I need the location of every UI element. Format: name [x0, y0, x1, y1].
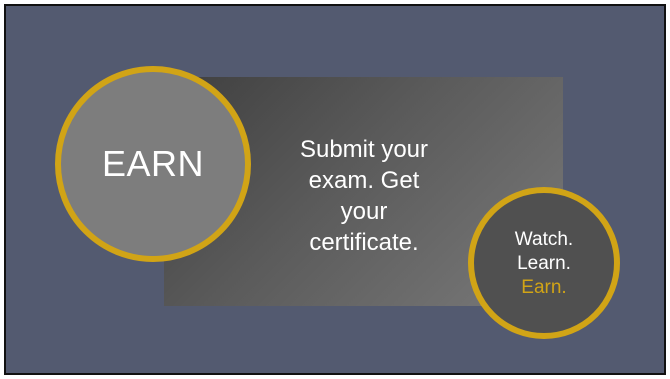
message-text: Submit your exam. Get your certificate. [264, 134, 464, 258]
message-line: Submit your [299, 136, 429, 163]
tagline-learn: Learn. [517, 253, 571, 274]
earn-badge-circle: EARN [55, 66, 251, 262]
message-line: your [340, 198, 388, 225]
message-line: exam. Get [308, 167, 420, 194]
tagline-circle: Watch. Learn. Earn. [468, 187, 620, 339]
tagline-earn: Earn. [521, 277, 567, 298]
earn-badge-label: EARN [101, 143, 205, 184]
slide: Submit your exam. Get your certificate. … [4, 4, 666, 375]
message-line: certificate. [309, 229, 419, 256]
tagline-watch: Watch. [514, 229, 574, 250]
